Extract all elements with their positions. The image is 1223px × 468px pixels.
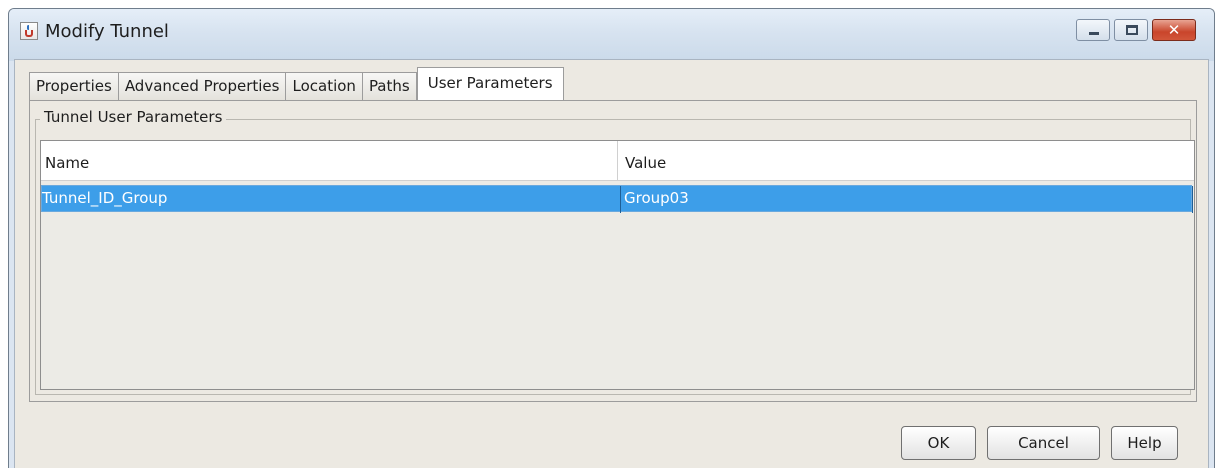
tab-location[interactable]: Location <box>286 72 363 100</box>
minimize-icon <box>1089 32 1099 35</box>
window-title: Modify Tunnel <box>45 21 169 42</box>
dialog-buttons: OK Cancel Help <box>901 426 1178 460</box>
tunnel-user-parameters-group: Tunnel User Parameters Name Value Tunnel… <box>35 108 1195 395</box>
tab-paths[interactable]: Paths <box>362 72 417 100</box>
tab-properties[interactable]: Properties <box>29 72 119 100</box>
cell-name[interactable]: Tunnel_ID_Group <box>42 186 620 213</box>
java-cup-icon <box>20 22 38 40</box>
table-row[interactable]: Tunnel_ID_Group Group03 <box>41 185 1193 213</box>
tab-user-parameters[interactable]: User Parameters <box>416 67 564 100</box>
cancel-button[interactable]: Cancel <box>987 426 1100 460</box>
cell-value[interactable]: Group03 <box>620 186 1193 213</box>
parameters-table[interactable]: Name Value Tunnel_ID_Group Group03 <box>40 140 1195 390</box>
group-label: Tunnel User Parameters <box>40 108 227 126</box>
help-button[interactable]: Help <box>1111 426 1178 460</box>
table-header: Name Value <box>41 141 1194 181</box>
tab-bar: Properties Advanced Properties Location … <box>29 67 564 100</box>
maximize-icon <box>1126 25 1138 35</box>
user-parameters-panel: Tunnel User Parameters Name Value Tunnel… <box>29 100 1197 402</box>
window-controls: ✕ <box>1076 19 1196 41</box>
dialog-content: Properties Advanced Properties Location … <box>14 59 1209 468</box>
modify-tunnel-dialog: Modify Tunnel ✕ Properties Advanced Prop… <box>8 8 1215 468</box>
maximize-button[interactable] <box>1114 19 1148 41</box>
tab-advanced-properties[interactable]: Advanced Properties <box>118 72 287 100</box>
column-header-name[interactable]: Name <box>41 141 618 181</box>
close-button[interactable]: ✕ <box>1152 19 1196 41</box>
close-icon: ✕ <box>1167 21 1181 39</box>
minimize-button[interactable] <box>1076 19 1110 41</box>
title-bar[interactable]: Modify Tunnel ✕ <box>9 9 1214 61</box>
column-header-value[interactable]: Value <box>618 141 1195 181</box>
ok-button[interactable]: OK <box>901 426 976 460</box>
